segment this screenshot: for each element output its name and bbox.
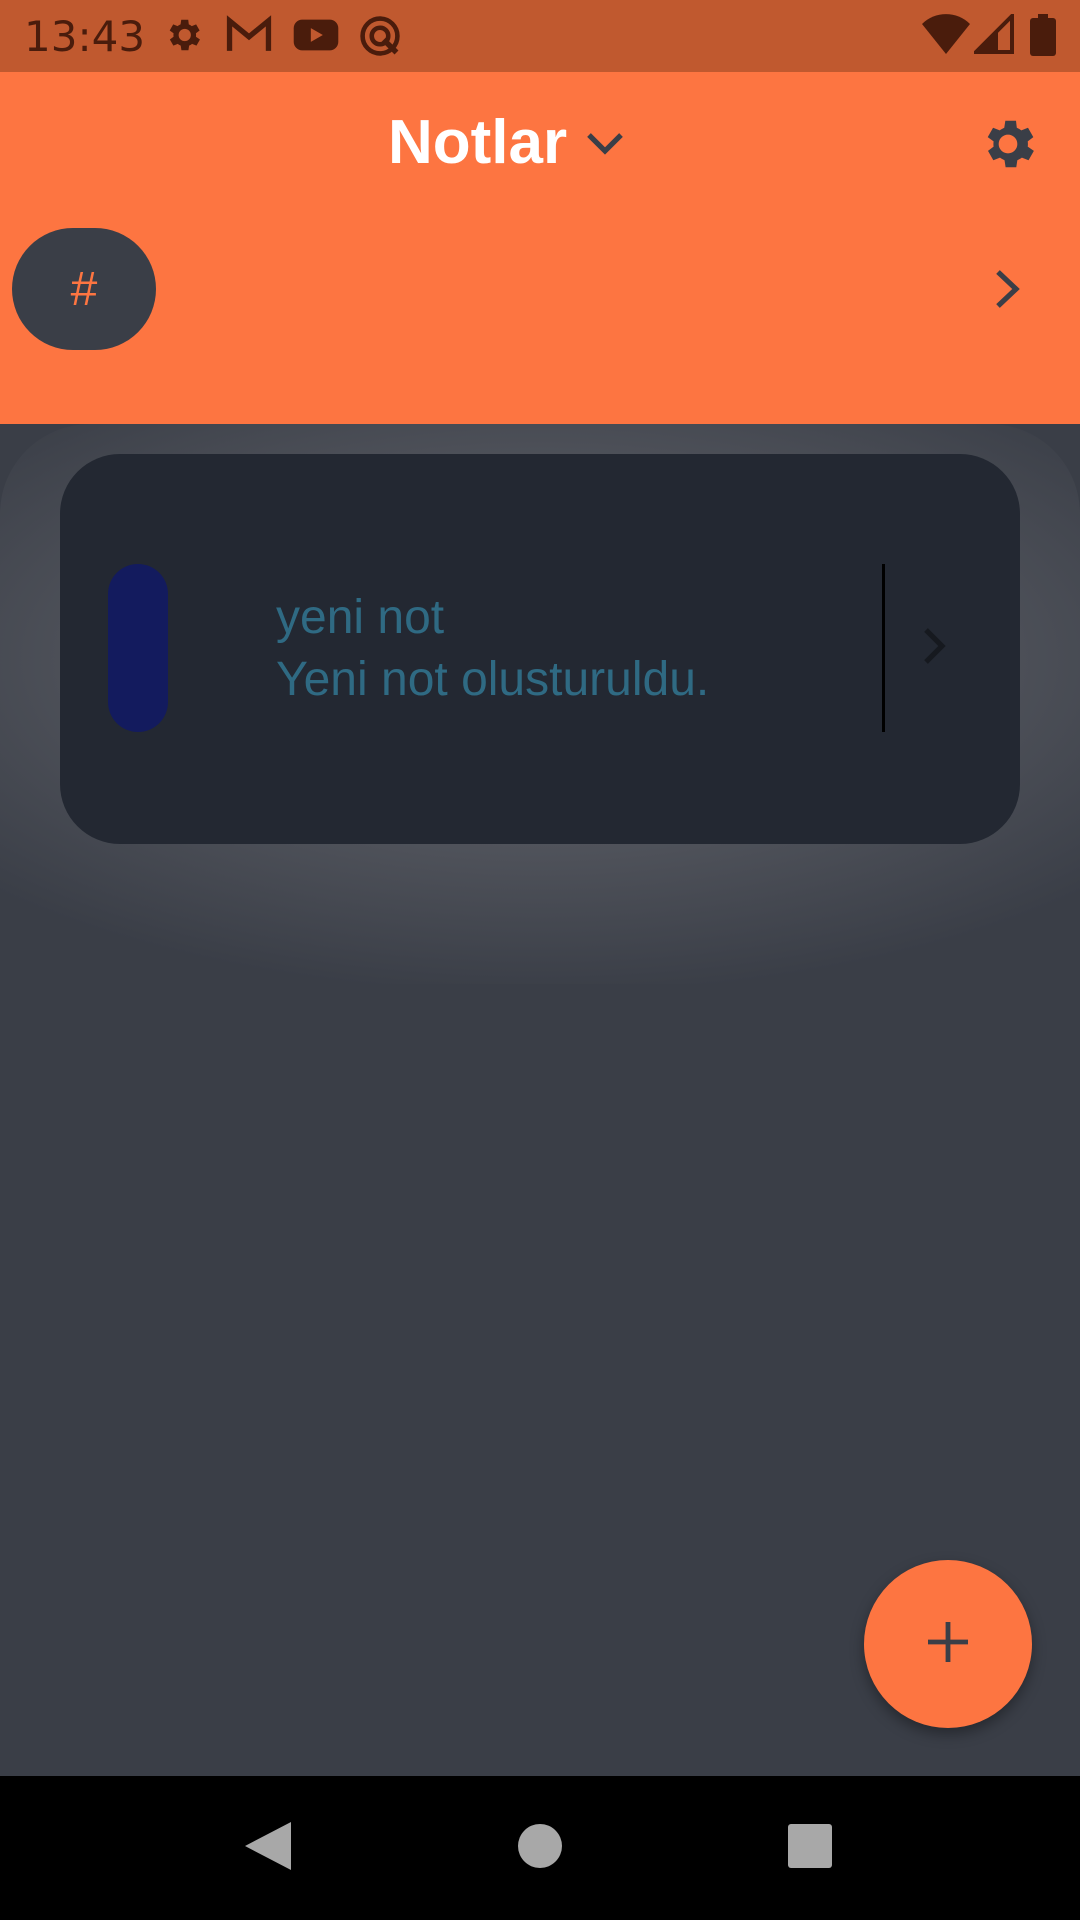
settings-button[interactable] bbox=[976, 112, 1040, 176]
tag-filter-button[interactable]: # bbox=[12, 228, 156, 350]
quick-share-icon bbox=[358, 14, 402, 58]
page-title: Notlar bbox=[388, 107, 568, 177]
note-body: Yeni not olusturuldu. bbox=[276, 653, 710, 706]
chevron-right-icon[interactable] bbox=[922, 626, 948, 671]
gear-icon bbox=[976, 120, 1040, 180]
status-bar: 13:43 bbox=[0, 0, 1080, 72]
plus-icon bbox=[924, 1618, 972, 1671]
notebook-selector[interactable]: Notlar bbox=[388, 104, 625, 180]
notes-screen: 13:43 Notlar # yeni not Yeni not olustur… bbox=[0, 0, 1080, 1920]
system-nav-bar bbox=[0, 1776, 1080, 1920]
note-divider bbox=[882, 564, 885, 732]
note-color-indicator bbox=[108, 564, 168, 732]
signal-icon bbox=[974, 14, 1014, 54]
status-time: 13:43 bbox=[24, 12, 146, 61]
note-card[interactable]: yeni not Yeni not olusturuldu. bbox=[60, 454, 1020, 844]
back-button[interactable] bbox=[236, 1776, 300, 1920]
note-title: yeni not bbox=[276, 591, 445, 644]
tag-button-label: # bbox=[70, 262, 98, 316]
home-circle-icon bbox=[517, 1823, 563, 1874]
chevron-right-icon[interactable] bbox=[992, 268, 1024, 315]
youtube-icon bbox=[292, 14, 340, 56]
recents-button[interactable] bbox=[786, 1776, 834, 1920]
battery-icon bbox=[1030, 14, 1056, 56]
back-triangle-icon bbox=[243, 1820, 293, 1877]
settings-icon bbox=[162, 14, 204, 56]
add-note-button[interactable] bbox=[864, 1560, 1032, 1728]
wifi-icon bbox=[922, 14, 970, 54]
gmail-icon bbox=[226, 14, 272, 56]
chevron-down-icon bbox=[585, 131, 625, 162]
recents-square-icon bbox=[787, 1823, 833, 1874]
home-button[interactable] bbox=[514, 1776, 566, 1920]
